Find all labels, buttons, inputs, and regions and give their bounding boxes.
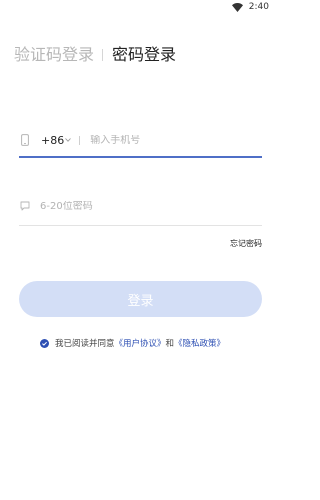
status-bar: 2:40 xyxy=(0,0,281,18)
country-code-value: +86 xyxy=(41,133,65,147)
user-agreement-link[interactable]: 《用户协议》 xyxy=(115,337,166,349)
tab-password-login[interactable]: 密码登录 xyxy=(112,44,176,66)
tab-divider xyxy=(102,49,104,61)
agreement-prefix: 我已阅读并同意 xyxy=(55,339,115,349)
tab-sms-login[interactable]: 验证码登录 xyxy=(14,44,94,66)
privacy-policy-link[interactable]: 《隐私政策》 xyxy=(174,337,225,349)
phone-field-underline xyxy=(19,156,262,158)
password-field-row xyxy=(19,193,262,219)
agreement-row: 我已阅读并同意 《用户协议》 和 《隐私政策》 xyxy=(40,337,225,349)
password-input[interactable] xyxy=(40,200,200,212)
agreement-conjunction: 和 xyxy=(165,339,175,349)
mobile-phone-icon xyxy=(19,133,31,147)
status-time: 2:40 xyxy=(248,2,269,12)
chevron-down-icon xyxy=(65,138,72,142)
phone-field-row: +86 xyxy=(19,125,262,155)
wifi-icon xyxy=(231,2,243,12)
login-mode-tabs: 验证码登录 密码登录 xyxy=(14,44,176,66)
phone-input[interactable] xyxy=(90,134,251,146)
country-code-selector[interactable]: +86 xyxy=(41,133,72,147)
country-code-divider xyxy=(79,135,81,145)
comment-icon xyxy=(19,199,31,213)
login-button[interactable]: 登录 xyxy=(19,281,262,317)
login-screen: 2:40 验证码登录 密码登录 +86 输入手机号 忘记密码 登录 我已阅读并同… xyxy=(0,0,281,500)
status-indicators: 2:40 xyxy=(231,2,269,12)
agreement-checkbox[interactable] xyxy=(40,338,49,348)
forgot-password-link[interactable]: 忘记密码 xyxy=(230,238,262,249)
password-field-underline xyxy=(19,225,262,226)
